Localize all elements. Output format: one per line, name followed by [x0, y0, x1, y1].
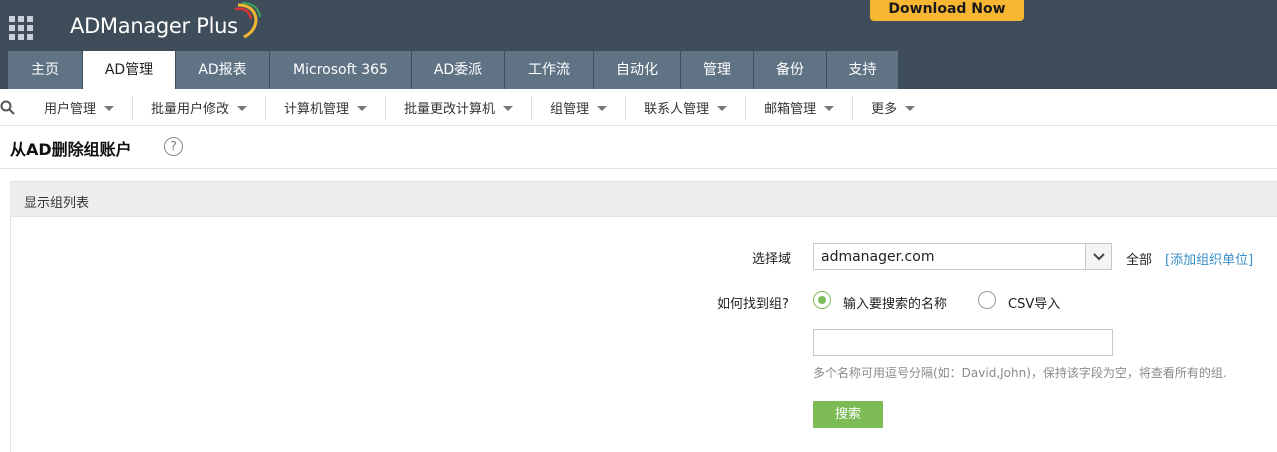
domain-label: 选择域 [752, 252, 792, 267]
subnav-label: 批量用户修改 [151, 102, 230, 117]
tab-microsoft-365[interactable]: Microsoft 365 [270, 51, 411, 89]
subnav-mailbox-management[interactable]: 邮箱管理 [746, 95, 854, 120]
find-group-label: 如何找到组? [717, 297, 789, 312]
sub-navigation: 用户管理 批量用户修改 计算机管理 批量更改计算机 组管理 联系人管理 邮箱管理… [0, 89, 1277, 126]
chevron-down-icon [905, 106, 916, 111]
subnav-contact-management[interactable]: 联系人管理 [626, 95, 747, 120]
subnav-bulk-user-modify[interactable]: 批量用户修改 [133, 95, 267, 120]
chevron-down-icon [1093, 253, 1105, 261]
subnav-label: 联系人管理 [644, 102, 710, 117]
subnav-label: 计算机管理 [284, 102, 350, 117]
subnav-bulk-computer-modify[interactable]: 批量更改计算机 [386, 95, 533, 120]
download-now-button[interactable]: Download Now [870, 0, 1024, 21]
input-hint: 多个名称可用逗号分隔(如：David,John)，保持该字段为空，将查看所有的组… [813, 366, 1227, 380]
main-tabs: 主页 AD管理 AD报表 Microsoft 365 AD委派 工作流 自动化 … [8, 51, 899, 89]
chevron-down-icon [597, 106, 608, 111]
group-list-panel: 显示组列表 [10, 181, 1277, 452]
subnav-more[interactable]: 更多 [853, 96, 933, 120]
logo-swoosh-icon [234, 2, 261, 39]
chevron-down-icon [503, 106, 514, 111]
subnav-group-management[interactable]: 组管理 [532, 95, 627, 120]
radio-csv-import-label[interactable]: CSV导入 [1008, 293, 1060, 312]
product-logo[interactable]: ADManager Plus [70, 14, 238, 38]
tab-support[interactable]: 支持 [827, 51, 898, 89]
radio-search-by-name[interactable] [813, 291, 831, 309]
group-name-input[interactable] [813, 329, 1113, 356]
search-button[interactable]: 搜索 [813, 401, 883, 428]
subnav-label: 组管理 [550, 102, 590, 117]
subnav-label: 更多 [871, 102, 898, 117]
chevron-down-icon [824, 106, 835, 111]
panel-heading: 显示组列表 [24, 196, 90, 211]
tab-home[interactable]: 主页 [8, 51, 82, 89]
subnav-label: 邮箱管理 [764, 102, 817, 117]
top-header: ADManager Plus Download Now 主页 AD管理 AD报表… [0, 0, 1277, 89]
radio-search-by-name-label[interactable]: 输入要搜索的名称 [843, 293, 947, 312]
search-icon[interactable] [0, 100, 16, 116]
domain-select[interactable]: admanager.com [813, 243, 1112, 270]
radio-csv-import[interactable] [978, 291, 996, 309]
subnav-label: 用户管理 [44, 102, 97, 117]
tab-workflow[interactable]: 工作流 [505, 51, 593, 89]
tab-ad-management[interactable]: AD管理 [83, 51, 175, 89]
tab-automation[interactable]: 自动化 [594, 51, 680, 89]
chevron-down-icon [717, 106, 728, 111]
domain-select-value: admanager.com [821, 249, 935, 265]
tab-ad-reports[interactable]: AD报表 [176, 51, 269, 89]
page-title: 从AD删除组账户 [10, 140, 132, 159]
select-arrow[interactable] [1085, 244, 1111, 269]
add-ou-link[interactable]: [添加组织单位] [1165, 249, 1253, 268]
chevron-down-icon [104, 106, 115, 111]
all-domains-label: 全部 [1126, 253, 1153, 268]
help-icon[interactable]: ? [164, 137, 183, 156]
subnav-user-management[interactable]: 用户管理 [26, 95, 134, 120]
chevron-down-icon [357, 106, 368, 111]
tab-admin[interactable]: 管理 [681, 51, 753, 89]
subnav-label: 批量更改计算机 [404, 102, 496, 117]
chevron-down-icon [237, 106, 248, 111]
subnav-computer-management[interactable]: 计算机管理 [266, 95, 387, 120]
tab-ad-delegation[interactable]: AD委派 [412, 51, 504, 89]
panel-header: 显示组列表 [11, 181, 1277, 217]
tab-backup[interactable]: 备份 [754, 51, 826, 89]
app-grid-icon[interactable] [9, 16, 33, 40]
title-divider [0, 168, 1277, 169]
